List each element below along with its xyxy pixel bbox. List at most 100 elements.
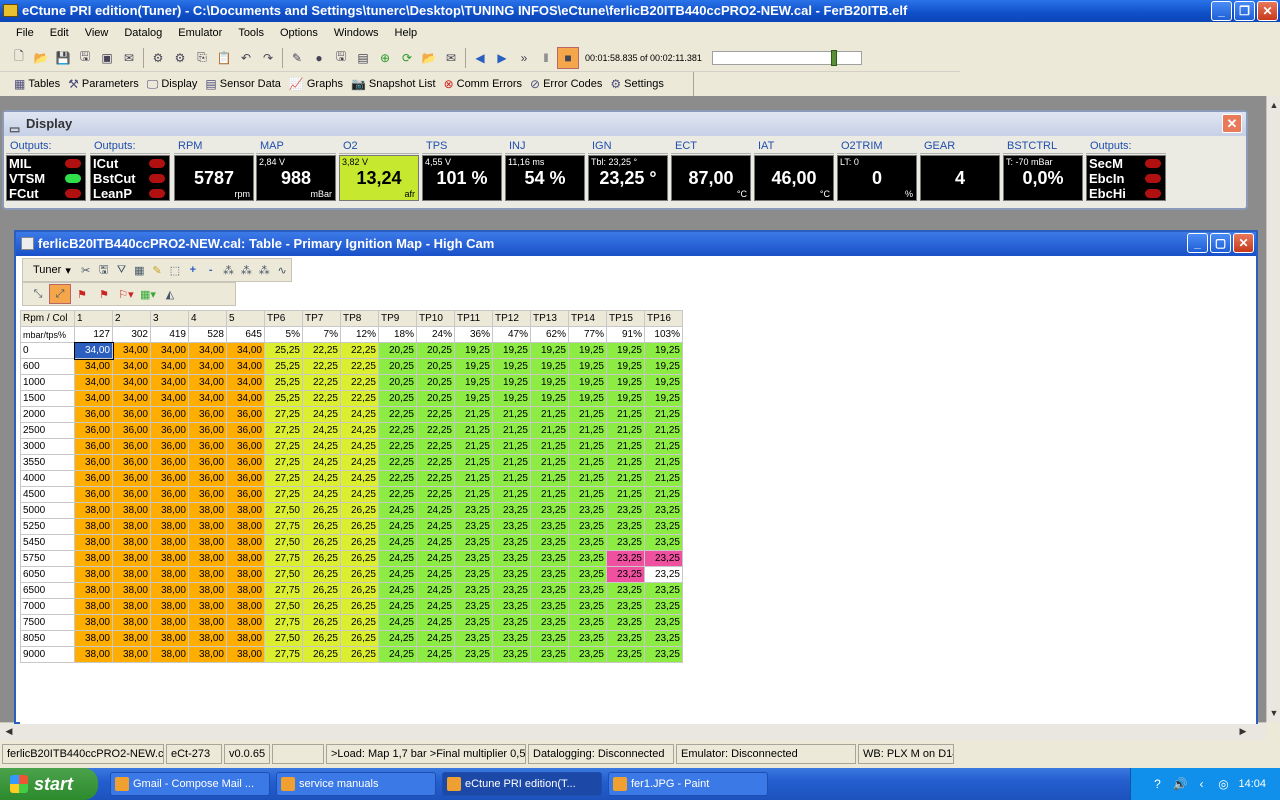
map-cell[interactable]: 23,25 [492, 630, 531, 647]
map-cell[interactable]: 34,00 [226, 342, 265, 359]
map-cell[interactable]: 22,25 [302, 390, 341, 407]
close-log-icon[interactable]: ✉ [440, 47, 462, 69]
map-cell[interactable]: 38,00 [188, 502, 227, 519]
row-rpm[interactable]: 5450 [20, 534, 75, 551]
map-cell[interactable]: 23,25 [492, 518, 531, 535]
map-cell[interactable]: 19,25 [530, 374, 569, 391]
map-cell[interactable]: 23,25 [568, 582, 607, 599]
map-cell[interactable]: 38,00 [112, 598, 151, 615]
map-cell[interactable]: 24,25 [416, 502, 455, 519]
map-cell[interactable]: 24,25 [340, 406, 379, 423]
map-cell[interactable]: 34,00 [112, 358, 151, 375]
map-cell[interactable]: 23,25 [454, 518, 493, 535]
map-cell[interactable]: 19,25 [492, 358, 531, 375]
map-cell[interactable]: 36,00 [150, 454, 189, 471]
paste-icon[interactable]: 📋 [213, 47, 235, 69]
map-cell[interactable]: 19,25 [644, 342, 683, 359]
map-cell[interactable]: 27,75 [264, 582, 303, 599]
smooth-h-icon[interactable]: ⁂ [237, 260, 255, 280]
map-cell[interactable]: 27,25 [264, 486, 303, 503]
view-display-button[interactable]: 🖵 Display [143, 77, 202, 92]
map-cell[interactable]: 22,25 [340, 390, 379, 407]
map-cell[interactable]: 26,25 [340, 534, 379, 551]
map-cell[interactable]: 38,00 [112, 518, 151, 535]
map-cell[interactable]: 20,25 [416, 390, 455, 407]
column-value[interactable]: 24% [416, 326, 455, 343]
map-cell[interactable]: 23,25 [644, 566, 683, 583]
map-cell[interactable]: 23,25 [606, 630, 645, 647]
map-cell[interactable]: 21,25 [568, 406, 607, 423]
map-cell[interactable]: 36,00 [226, 454, 265, 471]
restore-button[interactable]: ❐ [1234, 1, 1255, 21]
fast-forward-icon[interactable]: » [513, 47, 535, 69]
row-rpm[interactable]: 3000 [20, 438, 75, 455]
map-cell[interactable]: 23,25 [530, 566, 569, 583]
map-cell[interactable]: 19,25 [492, 374, 531, 391]
map-cell[interactable]: 38,00 [188, 582, 227, 599]
row-rpm[interactable]: 600 [20, 358, 75, 375]
minimize-button[interactable]: _ [1211, 1, 1232, 21]
map-cell[interactable]: 38,00 [188, 614, 227, 631]
network-icon[interactable]: ◎ [1216, 777, 1230, 791]
map-cell[interactable]: 38,00 [226, 646, 265, 663]
map-cell[interactable]: 21,25 [454, 438, 493, 455]
map-cell[interactable]: 34,00 [150, 390, 189, 407]
map-cell[interactable]: 38,00 [112, 582, 151, 599]
map-cell[interactable]: 24,25 [340, 486, 379, 503]
map-cell[interactable]: 22,25 [340, 358, 379, 375]
pause-icon[interactable]: ‖ [535, 47, 557, 69]
vertical-scrollbar[interactable]: ▲ ▼ [1266, 96, 1280, 722]
map-cell[interactable]: 22,25 [378, 438, 417, 455]
map-cell[interactable]: 38,00 [226, 518, 265, 535]
column-value[interactable]: 103% [644, 326, 683, 343]
map-cell[interactable]: 24,25 [416, 518, 455, 535]
map-cell[interactable]: 38,00 [74, 598, 113, 615]
map-cell[interactable]: 34,00 [112, 374, 151, 391]
map-cell[interactable]: 21,25 [568, 454, 607, 471]
map-cell[interactable]: 19,25 [530, 342, 569, 359]
map-cell[interactable]: 23,25 [454, 566, 493, 583]
map-cell[interactable]: 38,00 [112, 534, 151, 551]
map-cell[interactable]: 23,25 [568, 614, 607, 631]
map-cell[interactable]: 34,00 [226, 390, 265, 407]
map-cell[interactable]: 27,75 [264, 646, 303, 663]
playback-slider-thumb[interactable] [831, 49, 838, 66]
map-cell[interactable]: 23,25 [606, 582, 645, 599]
map-cell[interactable]: 38,00 [188, 566, 227, 583]
map-cell[interactable]: 38,00 [74, 646, 113, 663]
start-button[interactable]: start [0, 768, 98, 800]
row-rpm[interactable]: 2500 [20, 422, 75, 439]
map-cell[interactable]: 23,25 [454, 582, 493, 599]
map-cell[interactable]: 38,00 [74, 534, 113, 551]
map-cell[interactable]: 19,25 [454, 342, 493, 359]
map-cell[interactable]: 27,25 [264, 470, 303, 487]
step-back-icon[interactable]: ◀ [469, 47, 491, 69]
map-cell[interactable]: 19,25 [644, 390, 683, 407]
map-cell[interactable]: 22,25 [302, 342, 341, 359]
map-cell[interactable]: 21,25 [606, 406, 645, 423]
map-cell[interactable]: 21,25 [606, 422, 645, 439]
menu-options[interactable]: Options [272, 22, 326, 44]
map-cell[interactable]: 24,25 [302, 406, 341, 423]
map-cell[interactable]: 38,00 [112, 646, 151, 663]
map-cell[interactable]: 20,25 [416, 374, 455, 391]
copy-icon[interactable]: ⎘ [191, 47, 213, 69]
view-sensor-data-button[interactable]: ▤ Sensor Data [201, 77, 285, 91]
map-cell[interactable]: 38,00 [150, 566, 189, 583]
map-cell[interactable]: 21,25 [568, 486, 607, 503]
map-cell[interactable]: 21,25 [606, 470, 645, 487]
view-graphs-button[interactable]: 📈 Graphs [285, 77, 347, 91]
map-cell[interactable]: 38,00 [74, 550, 113, 567]
map-cell[interactable]: 24,25 [378, 646, 417, 663]
open-log-icon[interactable]: 📂 [418, 47, 440, 69]
map-cell[interactable]: 27,50 [264, 502, 303, 519]
map-cell[interactable]: 23,25 [568, 566, 607, 583]
map-cell[interactable]: 21,25 [644, 406, 683, 423]
map-cell[interactable]: 38,00 [112, 614, 151, 631]
open-file-icon[interactable]: 📂 [30, 47, 52, 69]
map-cell[interactable]: 36,00 [188, 406, 227, 423]
map-cell[interactable]: 21,25 [530, 422, 569, 439]
graph-3d-icon[interactable]: ◭ [159, 284, 181, 304]
view-tables-button[interactable]: ▦ Tables [10, 77, 64, 91]
map-cell[interactable]: 25,25 [264, 342, 303, 359]
